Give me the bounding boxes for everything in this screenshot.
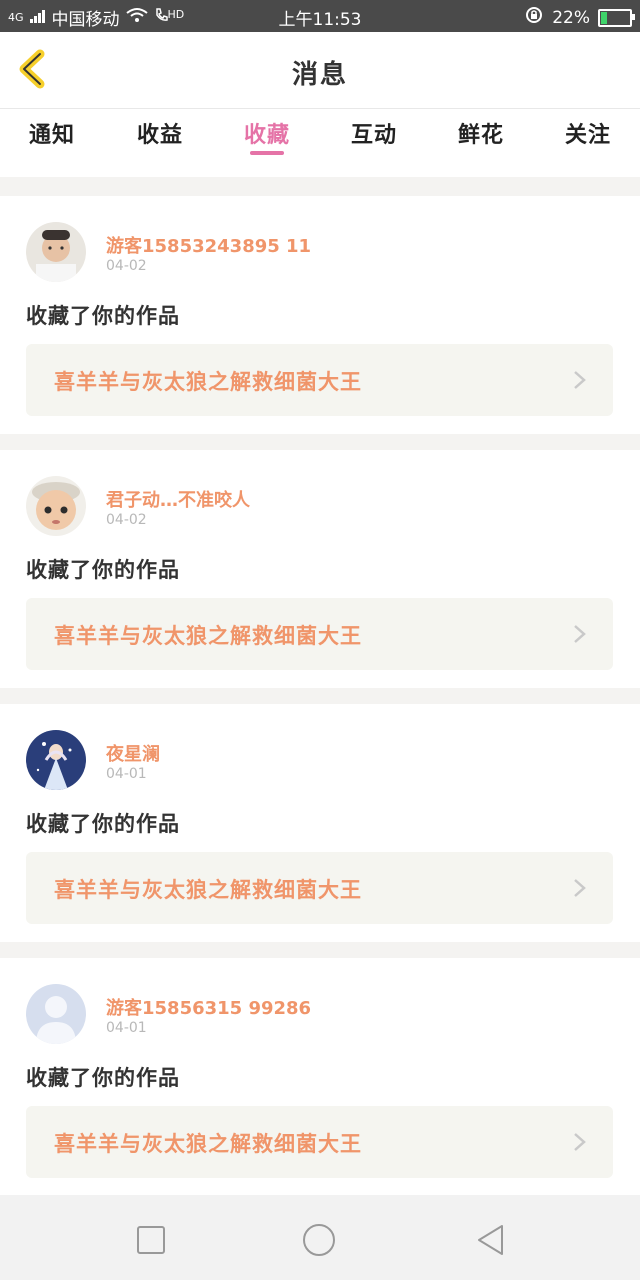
avatar[interactable] xyxy=(26,984,86,1044)
system-nav-bar xyxy=(0,1195,640,1280)
action-text: 收藏了你的作品 xyxy=(26,558,180,582)
active-tab-indicator xyxy=(250,151,284,155)
battery-percent: 22% xyxy=(552,7,590,28)
work-link[interactable]: 喜羊羊与灰太狼之解救细菌大王 xyxy=(26,852,613,924)
username[interactable]: 夜星澜 xyxy=(106,740,160,766)
message-date: 04-02 xyxy=(106,512,147,528)
tab-earnings[interactable]: 收益 xyxy=(120,117,200,149)
triangle-back-icon[interactable] xyxy=(474,1223,508,1257)
avatar[interactable] xyxy=(26,222,86,282)
username[interactable]: 游客15853243895 11 xyxy=(106,232,311,258)
square-icon[interactable] xyxy=(134,1223,168,1257)
chevron-right-icon xyxy=(574,371,586,389)
message-card: 游客15856315 99286 04-01 收藏了你的作品 喜羊羊与灰太狼之解… xyxy=(0,958,640,1196)
battery-icon xyxy=(598,8,635,27)
message-card: 君子动…不准咬人 04-02 收藏了你的作品 喜羊羊与灰太狼之解救细菌大王 xyxy=(0,450,640,688)
username[interactable]: 君子动…不准咬人 xyxy=(106,486,250,512)
username[interactable]: 游客15856315 99286 xyxy=(106,994,311,1020)
tab-favorites[interactable]: 收藏 xyxy=(227,117,307,149)
chevron-right-icon xyxy=(574,1133,586,1151)
avatar[interactable] xyxy=(26,730,86,790)
action-text: 收藏了你的作品 xyxy=(26,1066,180,1090)
header: 消息 xyxy=(0,32,640,109)
default-avatar-icon xyxy=(26,984,86,1044)
tab-bar: 通知 收益 收藏 互动 鲜花 关注 xyxy=(0,109,640,177)
tab-flowers[interactable]: 鲜花 xyxy=(441,117,521,149)
circle-icon[interactable] xyxy=(302,1223,336,1257)
message-date: 04-01 xyxy=(106,766,147,782)
work-link[interactable]: 喜羊羊与灰太狼之解救细菌大王 xyxy=(26,344,613,416)
action-text: 收藏了你的作品 xyxy=(26,812,180,836)
status-bar: 4G 中国移动 HD 上午11:53 22% xyxy=(0,0,640,32)
work-title: 喜羊羊与灰太狼之解救细菌大王 xyxy=(54,624,362,648)
work-title: 喜羊羊与灰太狼之解救细菌大王 xyxy=(54,370,362,394)
message-card: 游客15853243895 11 04-02 收藏了你的作品 喜羊羊与灰太狼之解… xyxy=(0,196,640,434)
work-link[interactable]: 喜羊羊与灰太狼之解救细菌大王 xyxy=(26,1106,613,1178)
work-link[interactable]: 喜羊羊与灰太狼之解救细菌大王 xyxy=(26,598,613,670)
tab-follows[interactable]: 关注 xyxy=(548,117,628,149)
rotation-lock-icon xyxy=(524,5,544,30)
work-title: 喜羊羊与灰太狼之解救细菌大王 xyxy=(54,1132,362,1156)
chevron-right-icon xyxy=(574,625,586,643)
message-date: 04-01 xyxy=(106,1020,147,1036)
chevron-right-icon xyxy=(574,879,586,897)
message-card: 夜星澜 04-01 收藏了你的作品 喜羊羊与灰太狼之解救细菌大王 xyxy=(0,704,640,942)
tab-interactions[interactable]: 互动 xyxy=(334,117,414,149)
tab-notifications[interactable]: 通知 xyxy=(12,117,92,149)
work-title: 喜羊羊与灰太狼之解救细菌大王 xyxy=(54,878,362,902)
page-title: 消息 xyxy=(291,60,348,90)
avatar[interactable] xyxy=(26,476,86,536)
message-date: 04-02 xyxy=(106,258,147,274)
action-text: 收藏了你的作品 xyxy=(26,304,180,328)
